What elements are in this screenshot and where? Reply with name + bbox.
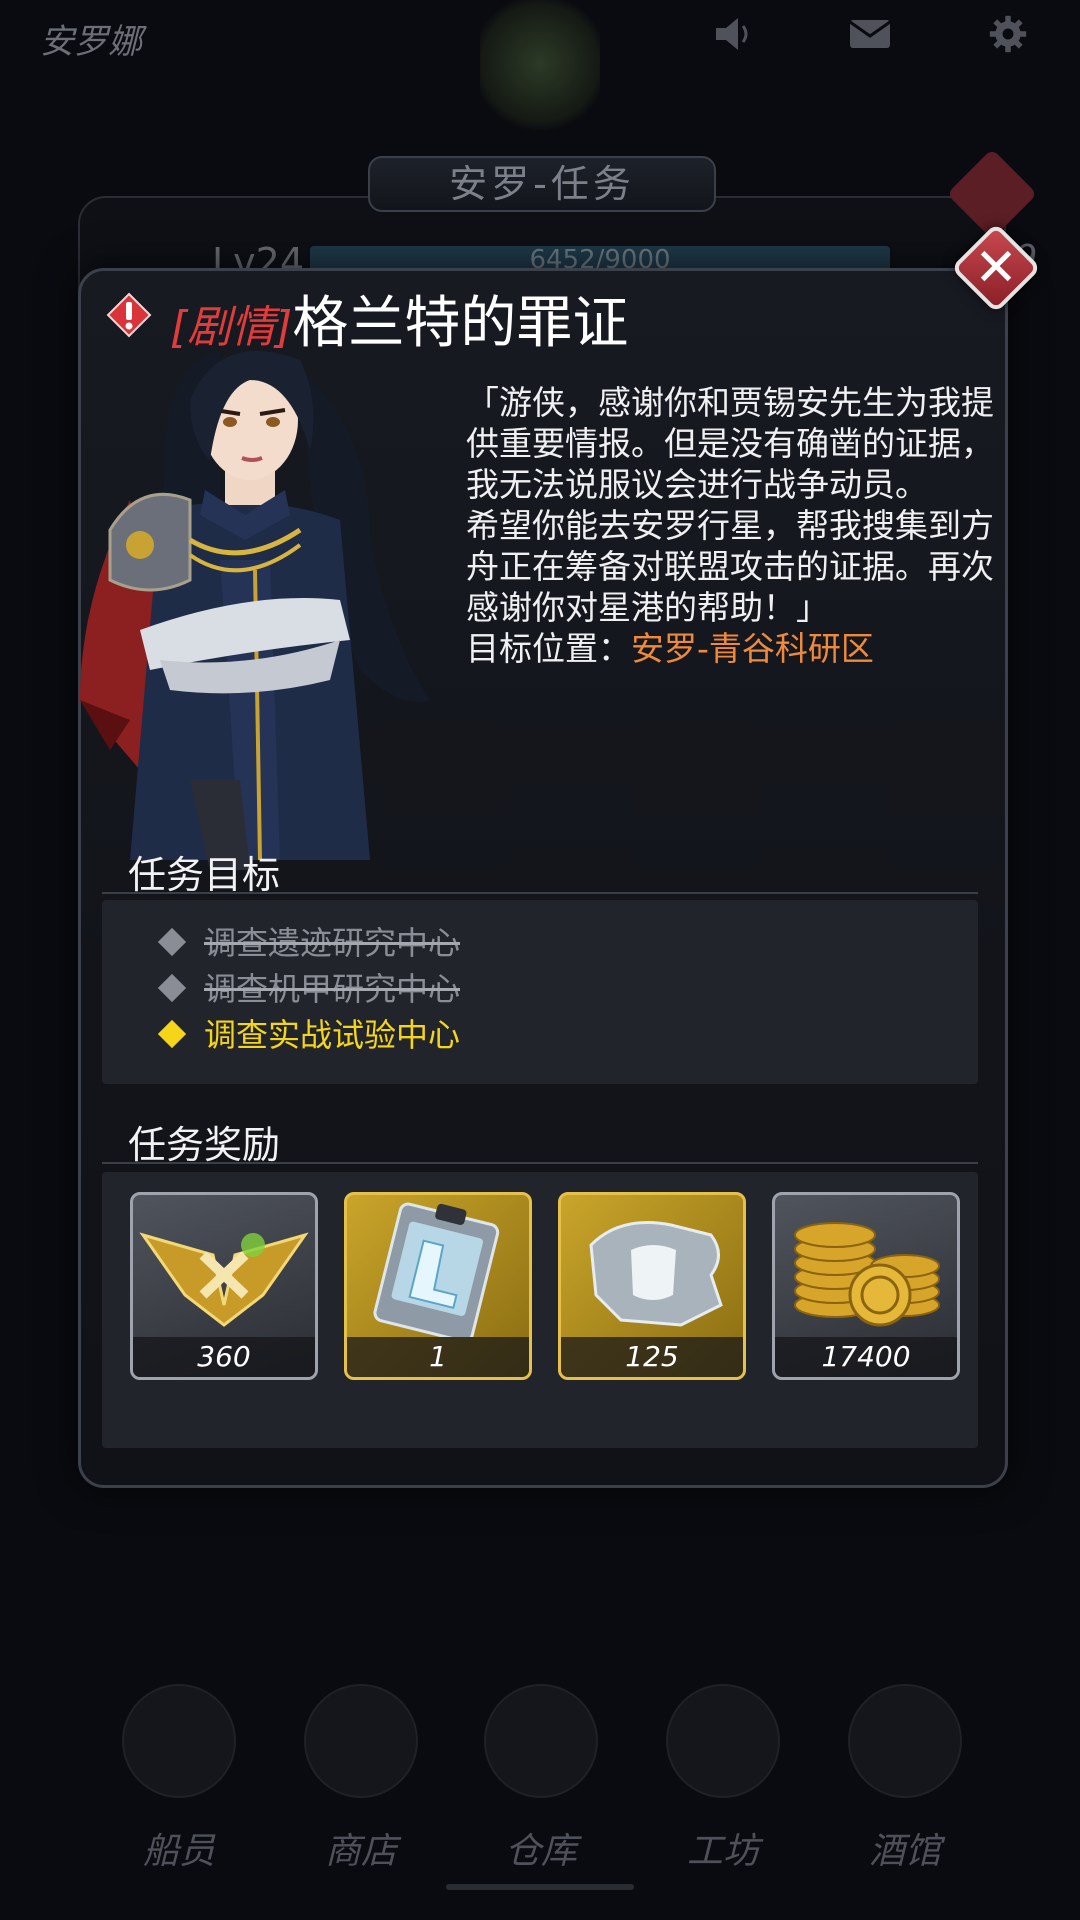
diamond-bullet-icon <box>157 927 187 957</box>
objective-text: 调查机甲研究中心 <box>204 970 461 1008</box>
panel-tab-title: 安罗-任务 <box>368 156 716 212</box>
rank-badge-icon <box>139 1232 309 1327</box>
reward-count: 17400 <box>775 1337 957 1377</box>
blueprint-icon <box>373 1202 500 1337</box>
crew-icon <box>122 1684 236 1798</box>
reward-rank-badge[interactable]: 360 <box>130 1192 318 1380</box>
reward-count: 1 <box>347 1337 529 1377</box>
reward-count: 125 <box>561 1337 743 1377</box>
dialog-paragraph: 希望你能去安罗行星，帮我搜集到方舟正在筹备对联盟攻击的证据。再次感谢你对星港的帮… <box>466 506 994 627</box>
target-location-value[interactable]: 安罗-青谷科研区 <box>631 629 874 668</box>
bottom-nav: 船员 商店 仓库 工坊 酒馆 <box>0 1660 1080 1920</box>
nav-label: 仓库 <box>504 1831 577 1872</box>
nav-crew[interactable]: 船员 <box>104 1660 254 1872</box>
dialog-paragraph: 「游侠，感谢你和贾锡安先生为我提供重要情报。但是没有确凿的证据，我无法说服议会进… <box>466 383 994 504</box>
gold-coins-icon <box>794 1222 940 1327</box>
nav-label: 工坊 <box>686 1831 759 1872</box>
objectives-heading: 任务目标 <box>128 853 281 897</box>
reward-boots-blueprint[interactable]: 1 <box>344 1192 532 1380</box>
nav-warehouse[interactable]: 仓库 <box>466 1660 616 1872</box>
rewards-heading: 任务奖励 <box>128 1123 281 1167</box>
nav-label: 商店 <box>324 1831 397 1872</box>
armor-fragment-icon <box>589 1221 723 1327</box>
objective-item: 调查实战试验中心 <box>157 1010 461 1056</box>
nav-label: 船员 <box>142 1831 215 1872</box>
objective-text: 调查实战试验中心 <box>204 1016 461 1054</box>
target-location-label: 目标位置： <box>466 629 631 668</box>
gear-icon[interactable] <box>986 14 1030 54</box>
reward-gold-coins[interactable]: 17400 <box>772 1192 960 1380</box>
target-location: 目标位置：安罗-青谷科研区 <box>466 628 996 669</box>
nav-workshop[interactable]: 工坊 <box>648 1660 798 1872</box>
objectives-list: 调查遗迹研究中心 调查机甲研究中心 调查实战试验中心 <box>102 900 978 1084</box>
nav-shop[interactable]: 商店 <box>286 1660 436 1872</box>
objective-text: 调查遗迹研究中心 <box>204 924 461 962</box>
nav-tavern[interactable]: 酒馆 <box>830 1660 980 1872</box>
objectives-divider <box>102 892 978 894</box>
rewards-list: 360 1 125 17400 <box>102 1172 978 1448</box>
shop-icon <box>304 1684 418 1798</box>
close-icon: ✕ <box>974 238 1018 298</box>
mail-icon[interactable] <box>848 14 892 54</box>
close-button[interactable]: ✕ <box>950 222 1042 314</box>
objective-item: 调查机甲研究中心 <box>157 964 461 1010</box>
workshop-icon <box>666 1684 780 1798</box>
player-name: 安罗娜 <box>40 22 142 62</box>
rewards-divider <box>102 1162 978 1164</box>
home-indicator[interactable] <box>446 1884 634 1890</box>
diamond-bullet-icon <box>157 1019 187 1049</box>
nav-label: 酒馆 <box>868 1831 941 1872</box>
alert-icon <box>106 292 152 338</box>
diamond-bullet-icon <box>157 973 187 1003</box>
objective-item: 调查遗迹研究中心 <box>157 918 461 964</box>
warehouse-icon <box>484 1684 598 1798</box>
quest-dialog-text: 「游侠，感谢你和贾锡安先生为我提供重要情报。但是没有确凿的证据，我无法说服议会进… <box>466 382 996 669</box>
speaker-icon[interactable] <box>712 14 756 54</box>
character-portrait <box>70 340 450 870</box>
top-bar: 安罗娜 <box>0 0 1080 140</box>
reward-armor-fragment[interactable]: 125 <box>558 1192 746 1380</box>
tavern-icon <box>848 1684 962 1798</box>
reward-count: 360 <box>133 1337 315 1377</box>
faction-emblem <box>480 0 600 140</box>
